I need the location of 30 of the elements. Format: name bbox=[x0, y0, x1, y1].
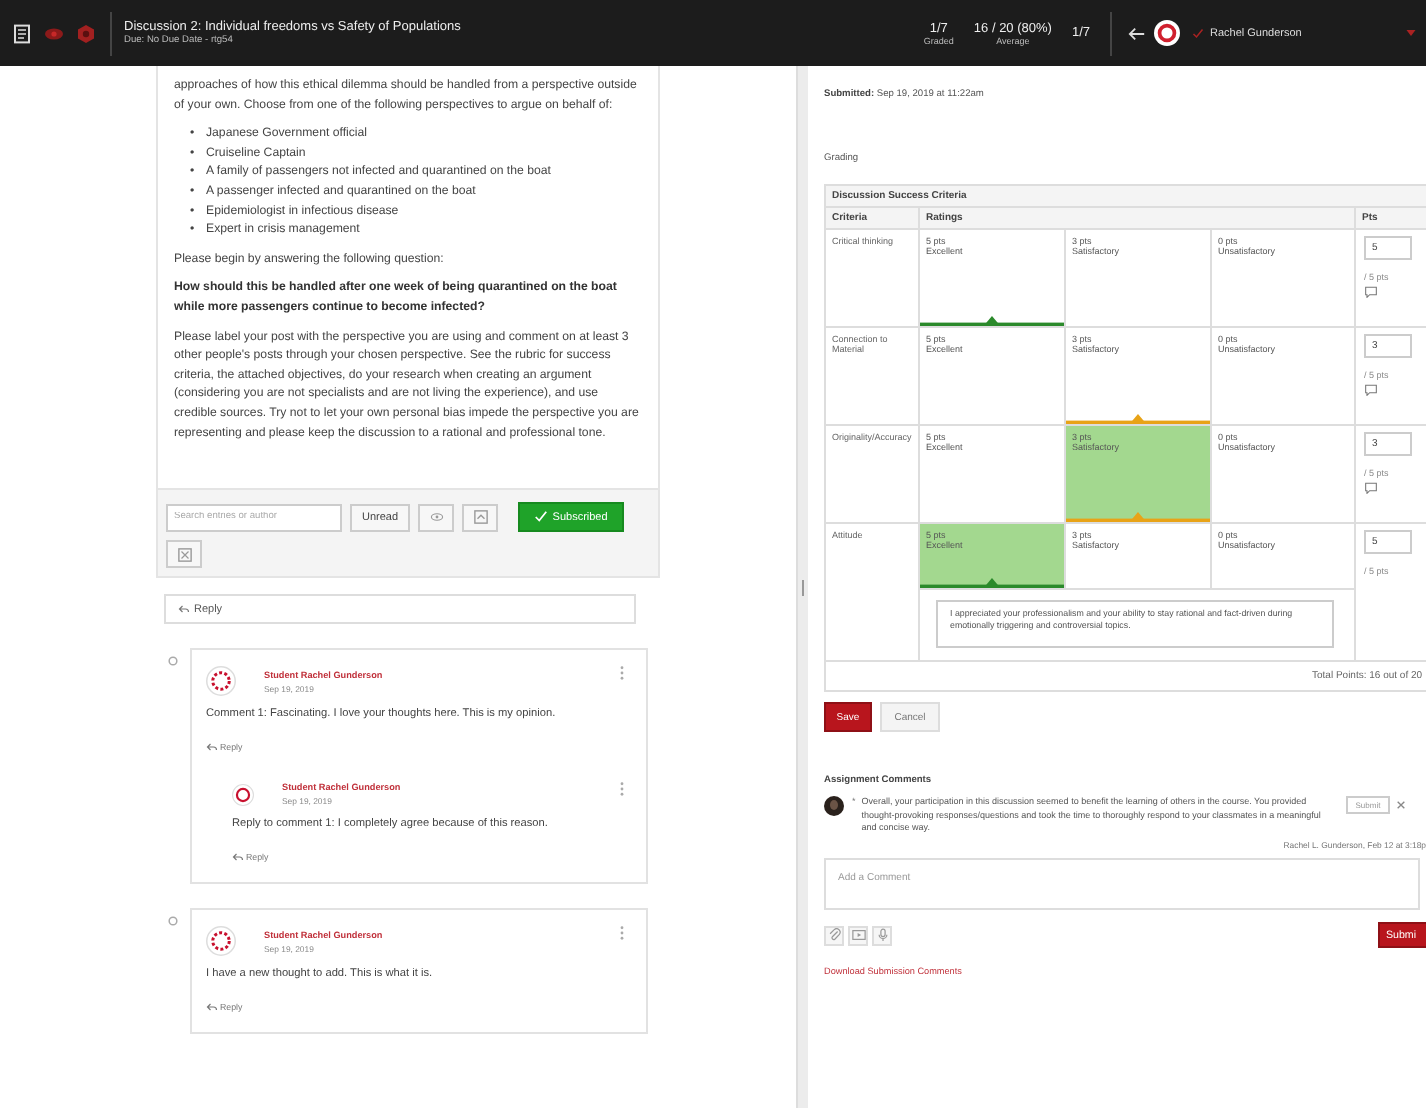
avatar-icon bbox=[206, 666, 236, 697]
expand-button[interactable] bbox=[166, 540, 202, 569]
collapse-button[interactable] bbox=[462, 503, 499, 532]
thread-dot-icon bbox=[168, 916, 178, 927]
eye-icon bbox=[429, 510, 444, 525]
eye-icon[interactable] bbox=[44, 23, 64, 43]
avatar-icon bbox=[206, 926, 236, 957]
check-icon bbox=[534, 510, 549, 525]
check-icon bbox=[1192, 27, 1204, 39]
reply-icon bbox=[206, 742, 218, 753]
comment-icon[interactable] bbox=[1364, 482, 1378, 494]
media-button[interactable] bbox=[848, 925, 868, 946]
avatar-icon bbox=[232, 783, 254, 806]
avatar-icon bbox=[824, 796, 844, 816]
attach-button[interactable] bbox=[824, 925, 844, 946]
eye-button[interactable] bbox=[418, 503, 455, 532]
microphone-button[interactable] bbox=[872, 925, 892, 946]
arrow-left-icon[interactable] bbox=[1128, 25, 1146, 41]
close-icon[interactable] bbox=[1396, 800, 1407, 810]
comment-icon[interactable] bbox=[1364, 384, 1378, 396]
avatar-icon bbox=[1154, 20, 1180, 46]
expand-icon bbox=[177, 547, 191, 562]
comment-icon[interactable] bbox=[1364, 286, 1378, 298]
thread-dot-icon bbox=[168, 656, 178, 667]
reply-icon bbox=[206, 1002, 218, 1013]
document-icon[interactable] bbox=[12, 23, 32, 43]
reply-icon bbox=[178, 604, 190, 615]
reply-icon bbox=[232, 852, 244, 863]
collapse-icon bbox=[473, 510, 488, 525]
caret-icon[interactable] bbox=[1406, 30, 1416, 36]
